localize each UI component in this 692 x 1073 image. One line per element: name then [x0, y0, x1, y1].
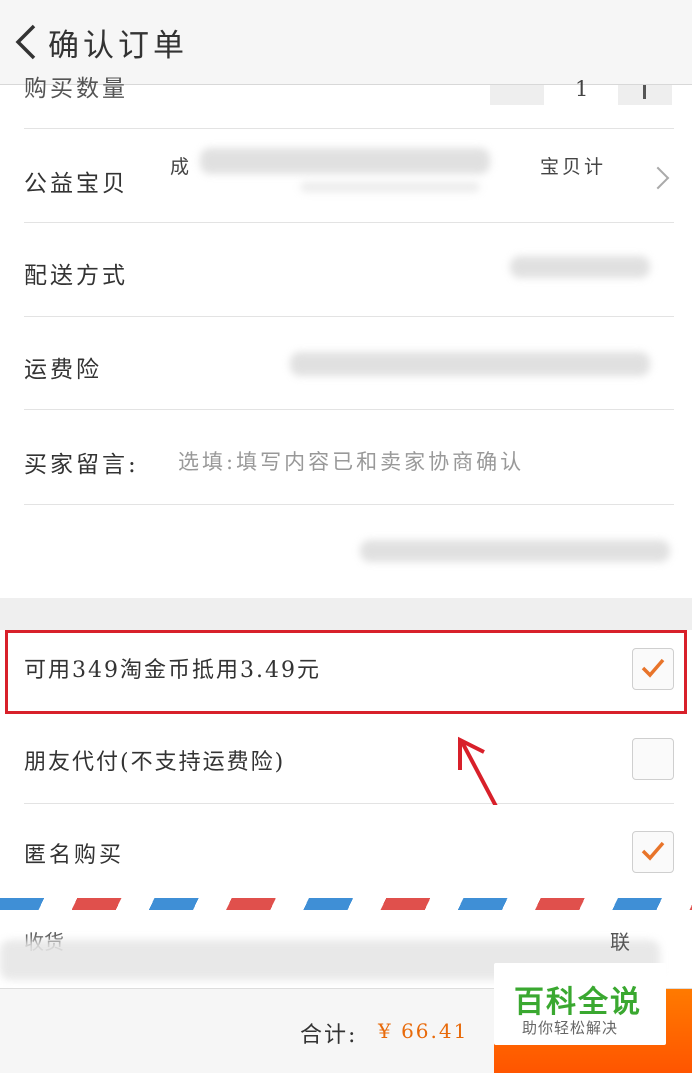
subtotal-row	[0, 506, 692, 598]
insurance-label: 运费险	[24, 357, 102, 383]
anonymous-checkbox[interactable]	[632, 831, 674, 873]
arrow-annotation-icon	[458, 736, 500, 811]
message-row: 买家留言: 选填:填写内容已和卖家协商确认	[0, 411, 692, 505]
redacted-insurance-value	[290, 352, 650, 376]
quantity-value[interactable]: 1	[575, 77, 591, 101]
redacted-subtotal	[360, 540, 670, 562]
plus-icon	[643, 85, 646, 99]
checkmark-icon	[641, 841, 665, 861]
anonymous-label: 匿名购买	[24, 843, 125, 868]
redacted-text	[200, 148, 490, 174]
address-label-end: 联	[610, 930, 630, 954]
section-divider	[0, 598, 692, 630]
charity-value-end: 宝贝计	[540, 156, 607, 178]
anonymous-row[interactable]: 匿名购买	[0, 805, 692, 898]
redacted-text-2	[300, 182, 480, 192]
highlight-box	[5, 630, 687, 714]
charity-value-start: 成	[170, 156, 193, 178]
watermark-subtitle: 助你轻松解决	[522, 1019, 619, 1037]
watermark-logo: 百科全说 助你轻松解决	[494, 963, 666, 1045]
increase-button[interactable]	[618, 85, 672, 105]
friend-pay-row[interactable]: 朋友代付(不支持运费险)	[0, 714, 692, 804]
shipping-label: 配送方式	[24, 263, 128, 289]
quantity-label: 购买数量	[24, 76, 128, 102]
friend-pay-label: 朋友代付(不支持运费险)	[24, 750, 286, 775]
chevron-right-icon	[646, 166, 670, 190]
message-label: 买家留言:	[24, 452, 139, 478]
total-label: 合计:	[300, 1023, 358, 1048]
page-title: 确认订单	[48, 28, 188, 64]
quantity-row: 购买数量 1	[0, 76, 692, 129]
chevron-left-icon[interactable]	[8, 22, 48, 62]
total-value: ¥ 66.41	[378, 1019, 469, 1043]
shipping-row[interactable]: 配送方式	[0, 224, 692, 317]
insurance-row[interactable]: 运费险	[0, 318, 692, 410]
airmail-border	[0, 898, 692, 910]
decrease-button[interactable]	[490, 85, 544, 105]
watermark-title: 百科全说	[514, 985, 642, 1020]
charity-row[interactable]: 公益宝贝 成 宝贝计	[0, 130, 692, 223]
friend-pay-checkbox[interactable]	[632, 738, 674, 780]
redacted-shipping-value	[510, 256, 650, 278]
message-input[interactable]: 选填:填写内容已和卖家协商确认	[178, 446, 524, 476]
charity-label: 公益宝贝	[24, 171, 128, 197]
